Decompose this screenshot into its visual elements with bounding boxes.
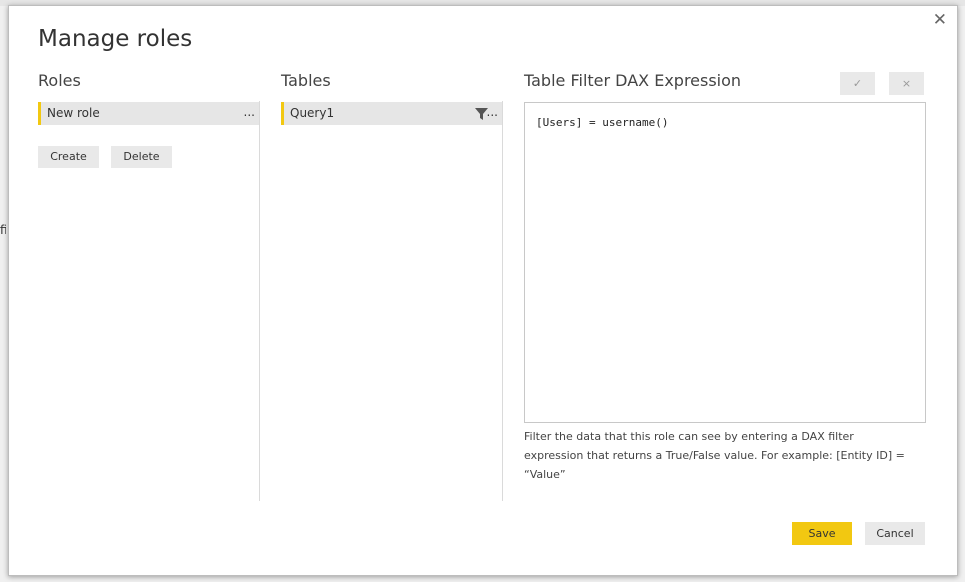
save-button[interactable]: Save — [792, 522, 852, 545]
role-item-label: New role — [47, 106, 100, 120]
dax-heading: Table Filter DAX Expression — [524, 71, 742, 90]
dax-hint-text: Filter the data that this role can see b… — [524, 430, 905, 481]
check-icon: ✓ — [852, 77, 863, 90]
column-divider — [259, 101, 260, 501]
roles-heading: Roles — [38, 71, 81, 90]
x-icon: × — [901, 77, 912, 90]
background-partial-text: fic — [0, 223, 6, 237]
manage-roles-dialog: ✕ Manage roles Roles New role ... Create… — [8, 5, 958, 576]
cancel-expression-button[interactable]: × — [889, 72, 924, 95]
close-icon[interactable]: ✕ — [933, 10, 947, 30]
role-more-button[interactable]: ... — [244, 102, 255, 123]
cancel-button[interactable]: Cancel — [865, 522, 925, 545]
tables-heading: Tables — [281, 71, 331, 90]
accept-expression-button[interactable]: ✓ — [840, 72, 875, 95]
table-item-query1[interactable]: Query1 ... — [281, 102, 502, 125]
dialog-title: Manage roles — [38, 26, 193, 52]
delete-role-button[interactable]: Delete — [111, 146, 172, 168]
table-more-button[interactable]: ... — [487, 102, 498, 123]
dax-expression-editor[interactable]: [Users] = username() — [524, 102, 926, 423]
role-item-new-role[interactable]: New role ... — [38, 102, 259, 125]
create-role-button[interactable]: Create — [38, 146, 99, 168]
column-divider — [502, 101, 503, 501]
table-item-label: Query1 — [290, 106, 335, 120]
dax-expression-text[interactable]: [Users] = username() — [536, 116, 668, 129]
